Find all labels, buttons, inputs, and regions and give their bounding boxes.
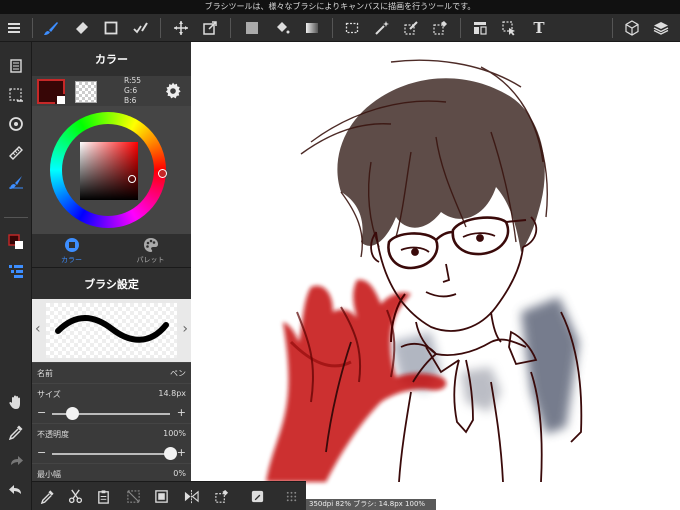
rotate-icon[interactable]: [6, 114, 26, 134]
sketch-artwork: [266, 59, 583, 483]
opacity-slider[interactable]: − +: [32, 444, 191, 463]
brush-name-label: 名前: [37, 369, 53, 378]
eyedropper-icon[interactable]: [6, 422, 26, 442]
bottom-toolbar: [32, 481, 306, 510]
opacity-track[interactable]: [52, 453, 170, 455]
select-pen-icon[interactable]: [401, 18, 421, 38]
palette-icon: [143, 238, 158, 252]
selection-icon[interactable]: [6, 85, 26, 105]
stroke-sample: [55, 315, 169, 343]
opacity-knob[interactable]: [163, 447, 177, 460]
min-width-value: 0%: [173, 469, 186, 478]
transform-icon[interactable]: [200, 18, 220, 38]
opacity-row: 不透明度 100%: [32, 423, 191, 444]
rgb-g: G:6: [124, 86, 138, 95]
tab-palette-label: パレット: [136, 256, 165, 264]
redo-icon[interactable]: [6, 451, 26, 471]
rgb-r: R:55: [124, 76, 142, 85]
menu-icon[interactable]: [4, 18, 24, 38]
prev-brush-arrow[interactable]: ‹: [35, 321, 41, 337]
fill-color-icon[interactable]: [242, 18, 262, 38]
fill-selection-icon[interactable]: [152, 487, 170, 505]
sub-color-swatch[interactable]: [75, 81, 97, 103]
sv-handle[interactable]: [128, 175, 136, 183]
rgb-readout: R:55 G:6 B:6: [124, 76, 141, 106]
brush-icon[interactable]: [41, 18, 61, 38]
select-rect-icon[interactable]: [342, 18, 362, 38]
color-wheel-area: [32, 106, 191, 234]
next-brush-arrow[interactable]: ›: [182, 321, 188, 337]
panel-icon[interactable]: [470, 18, 490, 38]
tab-color-label: カラー: [61, 256, 82, 264]
color-swatch-icon[interactable]: [6, 232, 26, 252]
color-panel-title: カラー: [32, 42, 191, 76]
app-window: { "notice": "ブラシツールは、様々なブラシによりキャンバスに描画を行…: [0, 0, 680, 510]
hand-icon[interactable]: [6, 392, 26, 412]
drawing-canvas[interactable]: [191, 42, 680, 510]
brush-name-row[interactable]: 名前 ペン: [32, 362, 191, 383]
rgb-b: B:6: [124, 96, 137, 105]
select-eraser-icon[interactable]: [430, 18, 450, 38]
brush-stroke-preview: ‹ ›: [32, 299, 191, 362]
document-icon[interactable]: [6, 56, 26, 76]
gear-icon[interactable]: [164, 82, 182, 100]
erase-selection-icon[interactable]: [212, 487, 230, 505]
eraser-icon[interactable]: [72, 18, 92, 38]
text-icon[interactable]: T: [529, 18, 549, 38]
layers-icon[interactable]: [651, 18, 671, 38]
bucket-icon[interactable]: [272, 18, 292, 38]
top-toolbar: T: [0, 14, 680, 42]
paste-icon[interactable]: [94, 487, 112, 505]
hue-handle[interactable]: [158, 169, 167, 178]
gradient-icon[interactable]: [302, 18, 322, 38]
clear-icon[interactable]: [124, 487, 142, 505]
left-rail: [0, 42, 32, 510]
magic-wand-icon[interactable]: [372, 18, 392, 38]
size-row: サイズ 14.8px: [32, 383, 191, 404]
opacity-label: 不透明度: [37, 430, 69, 439]
ruler-icon[interactable]: [6, 143, 26, 163]
3d-icon[interactable]: [622, 18, 642, 38]
edit-icon[interactable]: [248, 487, 266, 505]
select-move-icon[interactable]: [499, 18, 519, 38]
size-label: サイズ: [37, 390, 61, 399]
opacity-value: 100%: [163, 429, 186, 438]
scissors-icon[interactable]: [66, 487, 84, 505]
shape-icon[interactable]: [101, 18, 121, 38]
opacity-plus-button[interactable]: +: [177, 446, 186, 459]
move-icon[interactable]: [171, 18, 191, 38]
size-knob[interactable]: [65, 407, 79, 420]
brush-settings-icon[interactable]: [6, 172, 26, 192]
size-value: 14.8px: [158, 389, 186, 398]
min-width-label: 最小幅: [37, 470, 61, 479]
layer-list-icon[interactable]: [6, 261, 26, 281]
color-swatch-row: R:55 G:6 B:6: [32, 76, 191, 106]
undo-icon[interactable]: [6, 480, 26, 500]
tab-color[interactable]: カラー: [32, 234, 111, 267]
more-grid-icon[interactable]: [282, 487, 300, 505]
flip-icon[interactable]: [182, 487, 200, 505]
brush-settings-title: ブラシ設定: [32, 267, 191, 299]
opacity-minus-button[interactable]: −: [37, 446, 46, 459]
size-plus-button[interactable]: +: [177, 406, 186, 419]
tool-notice: ブラシツールは、様々なブラシによりキャンバスに描画を行うツールです。: [0, 0, 680, 14]
pen-tool-icon[interactable]: [38, 487, 56, 505]
size-slider[interactable]: − +: [32, 404, 191, 423]
main-color-swatch[interactable]: [37, 79, 65, 104]
saturation-value-square[interactable]: [80, 142, 138, 200]
size-minus-button[interactable]: −: [37, 406, 46, 419]
check-edit-icon[interactable]: [130, 18, 150, 38]
tab-palette[interactable]: パレット: [111, 234, 190, 267]
color-circle-icon: [64, 238, 79, 252]
brush-name-value: ペン: [170, 369, 186, 378]
side-panel: カラー R:55 G:6 B:6 カラー パレット ブラシ設定 ‹ › 名前 ペ…: [32, 42, 191, 510]
color-panel-tabs: カラー パレット: [32, 234, 191, 267]
status-bar: 350dpi 82% ブラシ: 14.8px 100%: [306, 499, 436, 510]
